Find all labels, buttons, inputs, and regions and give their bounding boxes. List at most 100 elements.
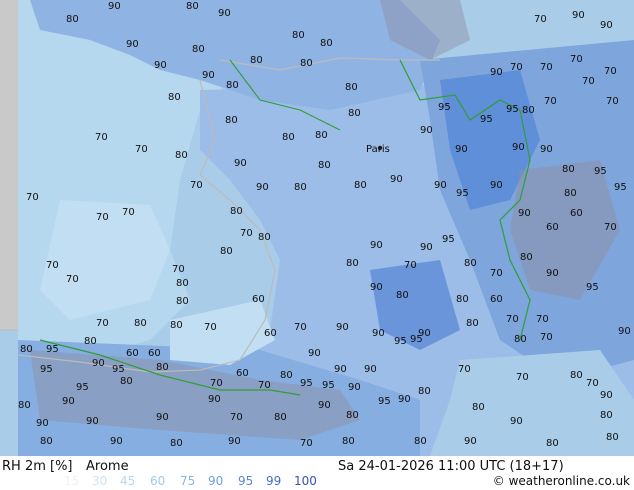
contour-label: 70 <box>582 76 595 87</box>
contour-label: 95 <box>410 334 423 345</box>
contour-label: 90 <box>390 174 403 185</box>
contour-label: 90 <box>92 358 105 369</box>
contour-label: 90 <box>334 364 347 375</box>
contour-label: 90 <box>234 158 247 169</box>
contour-label: 95 <box>586 282 599 293</box>
contour-label: 70 <box>544 96 557 107</box>
contour-label: 95 <box>438 102 451 113</box>
contour-label: 95 <box>378 396 391 407</box>
contour-label: 70 <box>604 66 617 77</box>
contour-label: 80 <box>186 1 199 12</box>
contour-label: 70 <box>510 62 523 73</box>
contour-label: 70 <box>458 364 471 375</box>
map-canvas: Paris 80 90 80 90 90 90 80 90 80 80 80 8… <box>0 0 634 456</box>
contour-label: 60 <box>490 294 503 305</box>
contour-label: 95 <box>40 364 53 375</box>
contour-label: 70 <box>122 207 135 218</box>
legend-item: 95 <box>238 474 254 488</box>
contour-label: 60 <box>546 222 559 233</box>
contour-label: 90 <box>370 282 383 293</box>
contour-label: 80 <box>318 160 331 171</box>
contour-label: 80 <box>396 290 409 301</box>
legend-item: 100 <box>294 474 317 488</box>
contour-label: 90 <box>510 416 523 427</box>
contour-label: 60 <box>570 208 583 219</box>
contour-label: 80 <box>192 44 205 55</box>
legend-item: 75 <box>180 474 196 488</box>
contour-label: 70 <box>570 54 583 65</box>
contour-label: 95 <box>322 380 335 391</box>
contour-label: 90 <box>256 182 269 193</box>
contour-label: 70 <box>534 14 547 25</box>
legend-item: 15 <box>64 474 80 488</box>
contour-label: 95 <box>46 344 59 355</box>
contour-label: 90 <box>518 208 531 219</box>
contour-label: 80 <box>600 410 613 421</box>
contour-label: 70 <box>26 192 39 203</box>
contour-label: 95 <box>300 378 313 389</box>
contour-label: 80 <box>170 320 183 331</box>
contour-label: 70 <box>506 314 519 325</box>
variable-label: RH 2m [%] <box>2 459 73 474</box>
contour-label: 80 <box>292 30 305 41</box>
contour-label: 90 <box>348 382 361 393</box>
contour-label: 90 <box>154 60 167 71</box>
contour-label: 90 <box>336 322 349 333</box>
contour-label: 90 <box>318 400 331 411</box>
contour-label: 60 <box>148 348 161 359</box>
legend-item: 30 <box>92 474 108 488</box>
contour-label: 70 <box>135 144 148 155</box>
contour-label: 80 <box>18 400 31 411</box>
contour-label: 80 <box>418 386 431 397</box>
contour-label: 70 <box>204 322 217 333</box>
contour-label: 90 <box>202 70 215 81</box>
contour-label: 90 <box>36 418 49 429</box>
contour-label: 80 <box>220 246 233 257</box>
contour-label: 90 <box>490 67 503 78</box>
contour-label: 80 <box>120 376 133 387</box>
contour-label: 80 <box>414 436 427 447</box>
contour-label: 90 <box>218 8 231 19</box>
contour-label: 90 <box>228 436 241 447</box>
contour-label: 80 <box>466 318 479 329</box>
contour-label: 70 <box>300 438 313 449</box>
contour-label: 90 <box>156 412 169 423</box>
credit-link[interactable]: © weatheronline.co.uk <box>493 474 630 488</box>
contour-label: 90 <box>62 396 75 407</box>
contour-label: 95 <box>76 382 89 393</box>
contour-label: 80 <box>176 278 189 289</box>
contour-label: 80 <box>562 164 575 175</box>
contour-label: 90 <box>512 142 525 153</box>
contour-label: 90 <box>126 39 139 50</box>
contour-label: 70 <box>604 222 617 233</box>
contour-label: 80 <box>66 14 79 25</box>
contour-label: 70 <box>46 260 59 271</box>
contour-label: 70 <box>606 96 619 107</box>
contour-label: 80 <box>168 92 181 103</box>
legend-item: 45 <box>120 474 136 488</box>
contour-label: 80 <box>170 438 183 449</box>
contour-label: 90 <box>420 242 433 253</box>
contour-label: 80 <box>294 182 307 193</box>
contour-label: 90 <box>618 326 631 337</box>
contour-label: 70 <box>172 264 185 275</box>
contour-label: 90 <box>208 394 221 405</box>
contour-label: 80 <box>522 105 535 116</box>
contour-label: 95 <box>506 104 519 115</box>
contour-label: 80 <box>175 150 188 161</box>
contour-label: 90 <box>110 436 123 447</box>
contour-label: 90 <box>600 390 613 401</box>
contour-label: 80 <box>274 412 287 423</box>
contour-label: 80 <box>606 432 619 443</box>
legend-item: 99 <box>266 474 282 488</box>
contour-label: 70 <box>404 260 417 271</box>
contour-label: 70 <box>516 372 529 383</box>
legend-item: 60 <box>150 474 166 488</box>
contour-label: 95 <box>614 182 627 193</box>
contour-label: 80 <box>514 334 527 345</box>
contour-label: 95 <box>594 166 607 177</box>
city-label: Paris <box>366 144 390 155</box>
contour-label: 80 <box>40 436 53 447</box>
contour-label: 70 <box>96 212 109 223</box>
contour-label: 80 <box>464 258 477 269</box>
